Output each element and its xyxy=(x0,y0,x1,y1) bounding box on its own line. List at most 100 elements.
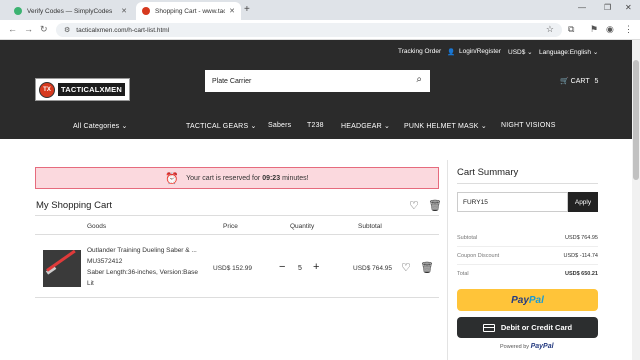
subtotal-label: Subtotal xyxy=(457,235,478,241)
site-info-icon[interactable]: ⚙ xyxy=(64,26,70,34)
search-icon[interactable]: ⌕ xyxy=(416,74,422,85)
currency-label: USD$ xyxy=(508,49,526,56)
tracking-order-link[interactable]: Tracking Order xyxy=(398,48,441,55)
maximize-icon[interactable]: ❐ xyxy=(604,3,611,12)
alarm-clock-icon: ⏰ xyxy=(165,172,180,185)
chevron-down-icon: ⌄ xyxy=(384,123,391,130)
powered-by-text: Powered by xyxy=(500,344,530,350)
wishlist-heart-icon[interactable]: ♡ xyxy=(401,261,411,274)
notice-text: Your cart is reserved for xyxy=(186,174,261,182)
cart-count: 5 xyxy=(594,78,599,85)
divider xyxy=(457,183,598,184)
reload-icon[interactable]: ↻ xyxy=(40,24,48,35)
debit-credit-card-button[interactable]: Debit or Credit Card xyxy=(457,317,598,338)
scrollbar-thumb[interactable] xyxy=(633,60,639,180)
nav-headgear[interactable]: HEADGEAR ⌄ xyxy=(341,122,390,130)
product-image[interactable] xyxy=(43,250,81,287)
url-field[interactable]: ⚙ tacticalxmen.com/h-cart-list.html ☆ xyxy=(56,23,562,37)
page-scrollbar[interactable] xyxy=(632,40,640,360)
nav-all-categories[interactable]: All Categories ⌄ xyxy=(73,122,128,130)
page-title: My Shopping Cart xyxy=(36,200,113,211)
column-divider xyxy=(447,160,448,360)
close-tab-icon[interactable]: ✕ xyxy=(229,7,235,15)
notice-timer: 09:23 xyxy=(262,174,281,182)
cart-reserved-notice: ⏰ Your cart is reserved for 09:23 minute… xyxy=(35,167,439,189)
divider xyxy=(35,297,439,298)
card-button-label: Debit or Credit Card xyxy=(500,323,573,332)
browser-tab-bar: Verify Codes — SimplyCodes ✕ Shopping Ca… xyxy=(0,0,640,20)
chevron-down-icon: ⌄ xyxy=(250,123,257,130)
close-window-icon[interactable]: ✕ xyxy=(625,3,632,12)
total-label: Total xyxy=(457,271,469,277)
chevron-down-icon: ⌄ xyxy=(121,123,128,130)
column-header-subtotal: Subtotal xyxy=(358,223,382,230)
cart-label: CART xyxy=(570,78,590,85)
tab-simplycodes[interactable]: Verify Codes — SimplyCodes ✕ xyxy=(8,2,133,20)
subtotal-value: USD$ 764.95 xyxy=(564,235,598,241)
bookmark-star-icon[interactable]: ☆ xyxy=(546,24,554,35)
language-selector[interactable]: Language:English ⌄ xyxy=(539,48,598,56)
close-tab-icon[interactable]: ✕ xyxy=(121,7,127,15)
address-bar-row: ← → ↻ ⚙ tacticalxmen.com/h-cart-list.htm… xyxy=(0,20,640,40)
powered-by-paypal: Powered by PayPal xyxy=(500,343,554,350)
product-name-link[interactable]: Outlander Training Dueling Saber & ... xyxy=(87,247,197,254)
shopping-cart-icon: 🛒 xyxy=(560,78,569,85)
paypal-brand-text: PayPal xyxy=(530,343,554,350)
extension-icon[interactable]: ⚑ xyxy=(590,24,598,35)
trash-icon[interactable]: 🗑 xyxy=(428,199,442,212)
increase-quantity-button[interactable]: + xyxy=(313,261,319,273)
column-header-goods: Goods xyxy=(87,223,107,230)
paypal-logo-part: Pal xyxy=(528,294,544,306)
coupon-input[interactable]: FURY15 xyxy=(457,192,568,212)
search-input[interactable]: Plate Carrier ⌕ xyxy=(205,70,430,92)
credit-card-icon xyxy=(482,323,495,332)
nav-label: PUNK HELMET MASK xyxy=(404,123,479,130)
nav-label: TACTICAL GEARS xyxy=(186,123,249,130)
new-tab-icon[interactable]: + xyxy=(244,4,250,15)
tab-shopping-cart[interactable]: Shopping Cart - www.tacticalm ✕ xyxy=(136,2,241,20)
login-register-link[interactable]: Login/Register xyxy=(459,48,501,55)
product-options: Saber Length:36-inches, Version:Base xyxy=(87,269,198,276)
coupon-discount-value: USD$ -114.74 xyxy=(563,253,598,259)
decrease-quantity-button[interactable]: − xyxy=(279,261,285,273)
nav-punk-helmet-mask[interactable]: PUNK HELMET MASK ⌄ xyxy=(404,122,487,130)
nav-label: All Categories xyxy=(73,123,120,130)
menu-kebab-icon[interactable]: ⋮ xyxy=(624,24,633,35)
forward-icon[interactable]: → xyxy=(24,24,33,34)
trash-icon[interactable]: 🗑 xyxy=(420,261,434,274)
column-header-price: Price xyxy=(223,223,238,230)
nav-night-visions[interactable]: NIGHT VISIONS xyxy=(501,122,556,129)
cart-link[interactable]: 🛒 CART 5 xyxy=(560,77,598,85)
paypal-logo-part: Pay xyxy=(511,294,529,306)
nav-tactical-gears[interactable]: TACTICAL GEARS ⌄ xyxy=(186,122,257,130)
search-value: Plate Carrier xyxy=(212,77,252,85)
profile-icon[interactable]: ◉ xyxy=(606,24,614,35)
currency-selector[interactable]: USD$ ⌄ xyxy=(508,48,533,56)
notice-text-end: minutes! xyxy=(282,174,309,182)
chevron-down-icon: ⌄ xyxy=(527,49,533,56)
item-subtotal: USD$ 764.95 xyxy=(353,265,393,272)
coupon-discount-label: Coupon Discount xyxy=(457,253,500,259)
coupon-value: FURY15 xyxy=(463,198,488,206)
quantity-value[interactable]: 5 xyxy=(298,265,302,272)
apply-coupon-button[interactable]: Apply xyxy=(568,192,598,212)
tab-title: Verify Codes — SimplyCodes xyxy=(27,7,113,15)
divider xyxy=(35,215,439,216)
user-icon: 👤 xyxy=(447,49,456,56)
divider xyxy=(457,246,598,247)
nav-t238[interactable]: T238 xyxy=(307,122,324,129)
check-circle-icon xyxy=(14,7,22,15)
url-text: tacticalxmen.com/h-cart-list.html xyxy=(76,26,170,34)
minimize-icon[interactable]: — xyxy=(578,3,586,12)
product-sku: MU3572412 xyxy=(87,258,123,265)
extensions-icon[interactable]: ⧉ xyxy=(568,24,574,35)
total-value: USD$ 650.21 xyxy=(564,271,598,277)
item-price: USD$ 152.99 xyxy=(213,265,253,272)
paypal-button[interactable]: Pay Pal xyxy=(457,289,598,311)
site-logo[interactable]: TX TACTICALXMEN xyxy=(35,78,130,101)
nav-sabers[interactable]: Sabers xyxy=(268,122,291,129)
site-favicon-icon xyxy=(142,7,150,15)
back-icon[interactable]: ← xyxy=(8,24,17,34)
wishlist-heart-icon[interactable]: ♡ xyxy=(409,199,419,212)
chevron-down-icon: ⌄ xyxy=(480,123,487,130)
